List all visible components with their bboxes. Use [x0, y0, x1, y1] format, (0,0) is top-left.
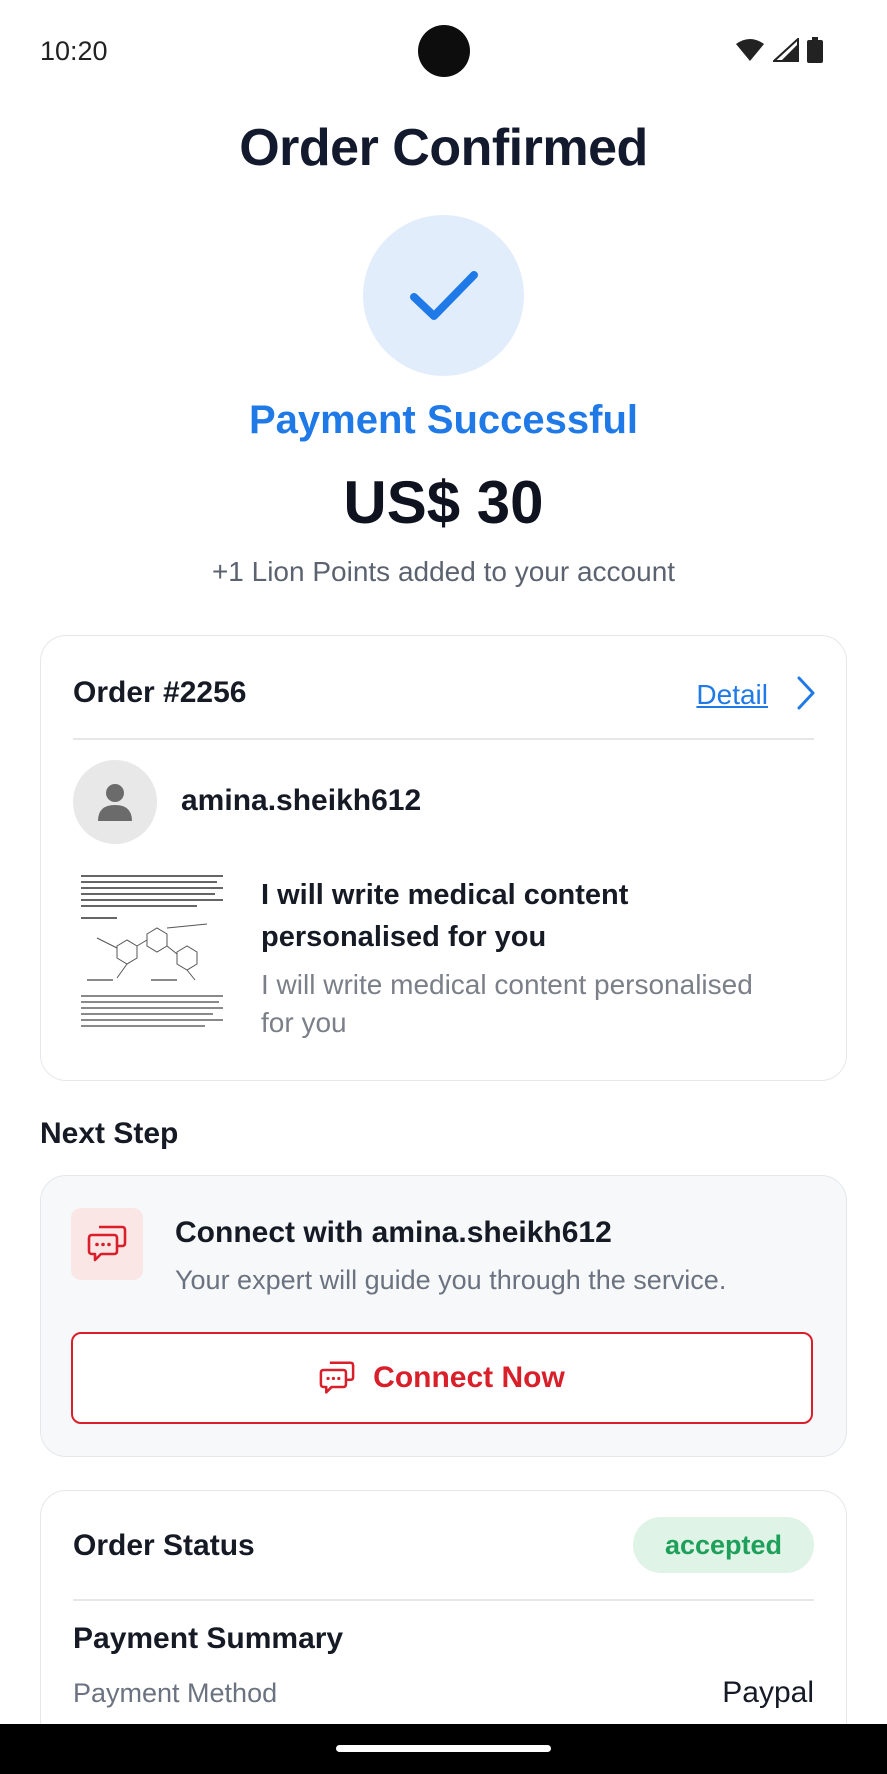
home-gesture-handle[interactable] — [336, 1745, 551, 1752]
divider — [73, 1599, 814, 1601]
chevron-right-icon[interactable] — [796, 676, 816, 710]
payment-summary-heading: Payment Summary — [73, 1622, 344, 1655]
payment-method-value: Paypal — [722, 1676, 814, 1709]
chat-bubbles-icon — [87, 1225, 127, 1262]
page-title: Order Confirmed — [239, 119, 648, 177]
wifi-icon — [736, 39, 764, 61]
navigation-bar — [0, 1724, 887, 1774]
document-thumbnail-icon — [81, 875, 223, 1027]
signal-icon — [773, 38, 799, 62]
status-bar: 10:20 — [0, 0, 887, 105]
payment-method-label: Payment Method — [73, 1678, 278, 1708]
success-check-badge — [363, 215, 524, 376]
order-card: Order #2256 Detail amina.sheikh612 I wil… — [40, 635, 847, 1081]
next-step-card: Connect with amina.sheikh612 Your expert… — [40, 1175, 847, 1457]
chat-icon-box — [71, 1208, 143, 1280]
camera-cutout — [418, 25, 470, 77]
status-time: 10:20 — [40, 36, 108, 66]
payment-status: Payment Successful — [248, 398, 639, 442]
connect-title: Connect with amina.sheikh612 — [175, 1216, 612, 1249]
amount: US$ 30 — [343, 469, 544, 536]
points-note: +1 Lion Points added to your account — [211, 556, 676, 587]
chat-bubbles-icon — [319, 1361, 355, 1394]
next-step-heading: Next Step — [40, 1117, 179, 1150]
order-status-label: Order Status — [73, 1529, 255, 1562]
gig-thumbnail[interactable] — [77, 868, 227, 1036]
detail-link[interactable]: Detail — [696, 679, 768, 711]
check-icon — [409, 270, 478, 320]
divider — [73, 738, 814, 740]
status-icons — [735, 37, 823, 63]
connect-now-label: Connect Now — [373, 1361, 565, 1394]
battery-icon — [807, 37, 823, 63]
status-badge: accepted — [633, 1517, 814, 1573]
avatar[interactable] — [73, 760, 157, 844]
gig-title[interactable]: I will write medical content personalise… — [261, 874, 781, 958]
person-icon — [98, 784, 132, 821]
connect-subtitle: Your expert will guide you through the s… — [175, 1265, 727, 1295]
seller-name[interactable]: amina.sheikh612 — [181, 784, 421, 818]
connect-now-button[interactable]: Connect Now — [71, 1332, 813, 1424]
order-number: Order #2256 — [73, 676, 247, 709]
gig-subtitle: I will write medical content personalise… — [261, 969, 753, 1038]
